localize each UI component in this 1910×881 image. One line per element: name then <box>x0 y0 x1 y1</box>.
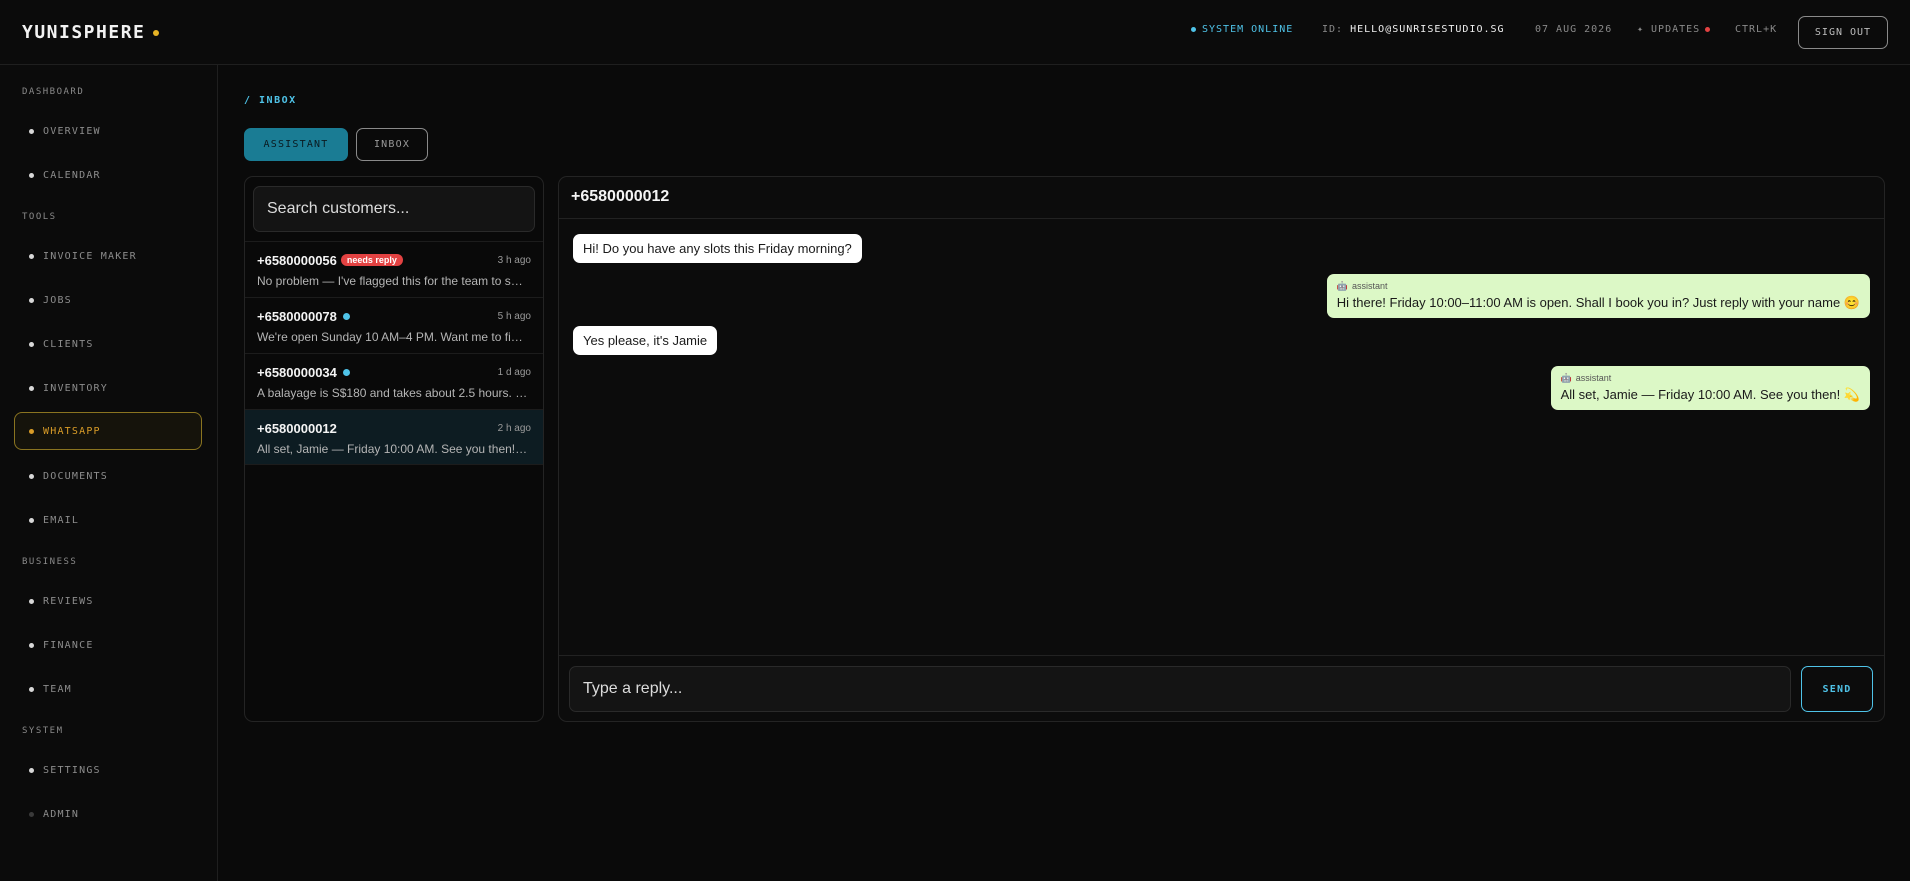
conversation-time: 1 d ago <box>497 367 531 378</box>
message-text: Hi there! Friday 10:00–11:00 AM is open.… <box>1336 295 1860 310</box>
needs-reply-badge: needs reply <box>340 254 403 266</box>
bullet-icon <box>29 428 34 434</box>
brand-dot-icon <box>153 30 160 36</box>
sidebar-item-email[interactable]: EMAIL <box>14 501 202 539</box>
robot-icon: 🤖 <box>1560 373 1572 383</box>
bullet-icon <box>29 598 34 604</box>
bullet-icon <box>29 341 34 347</box>
robot-icon: 🤖 <box>1336 281 1348 291</box>
unread-dot-icon <box>342 313 350 320</box>
message-thread: Hi! Do you have any slots this Friday mo… <box>559 220 1884 665</box>
chat-contact-title: +6580000012 <box>559 177 1884 219</box>
top-bar: YUNISPHERE SYSTEM ONLINE ID: HELLO@SUNRI… <box>0 0 1910 65</box>
sidebar-item-overview[interactable]: OVERVIEW <box>14 112 202 150</box>
sidebar-item-inventory[interactable]: INVENTORY <box>14 369 202 407</box>
sidebar-section-business: BUSINESS <box>22 557 78 567</box>
conversation-preview: A balayage is S$180 and takes about 2.5 … <box>257 386 529 400</box>
notification-dot-icon <box>1705 26 1711 32</box>
sidebar-item-whatsapp[interactable]: WHATSAPP <box>14 412 202 450</box>
bullet-icon <box>29 473 34 479</box>
incoming-message: Hi! Do you have any slots this Friday mo… <box>573 234 862 263</box>
updates-link[interactable]: ✦ UPDATES <box>1637 24 1711 35</box>
unread-dot-icon <box>342 369 350 376</box>
bullet-icon <box>29 253 34 259</box>
conversation-time: 2 h ago <box>497 423 531 434</box>
customer-list-panel: Search customers... +6580000056 needs rep… <box>244 176 544 722</box>
sign-out-button[interactable]: SIGN OUT <box>1798 16 1888 49</box>
reply-input[interactable]: Type a reply... <box>569 666 1791 712</box>
tab-assistant[interactable]: ASSISTANT <box>244 128 348 161</box>
conversation-preview: No problem — I've flagged this for the t… <box>257 274 529 288</box>
sidebar-item-admin[interactable]: ADMIN <box>14 795 202 833</box>
current-date: 07 AUG 2026 <box>1535 24 1613 35</box>
sidebar-item-reviews[interactable]: REVIEWS <box>14 582 202 620</box>
sidebar-item-invoice-maker[interactable]: INVOICE MAKER <box>14 237 202 275</box>
sidebar-section-dashboard: DASHBOARD <box>22 87 85 97</box>
conversation-preview: All set, Jamie — Friday 10:00 AM. See yo… <box>257 442 529 456</box>
message-text: All set, Jamie — Friday 10:00 AM. See yo… <box>1560 387 1860 402</box>
bullet-icon <box>29 128 34 134</box>
conversation-item[interactable]: +6580000034 1 d ago A balayage is S$180 … <box>245 353 543 409</box>
bullet-icon <box>29 297 34 303</box>
conversation-item[interactable]: +6580000056 needs reply 3 h ago No proble… <box>245 241 543 297</box>
assistant-label: 🤖 assistant <box>1336 281 1388 291</box>
conversation-time: 5 h ago <box>497 311 531 322</box>
conversation-number: +6580000078 <box>257 309 337 324</box>
tab-inbox[interactable]: INBOX <box>356 128 428 161</box>
command-shortcut[interactable]: CTRL+K <box>1735 24 1777 35</box>
sidebar: DASHBOARD OVERVIEW CALENDAR TOOLS INVOIC… <box>0 65 218 881</box>
send-button[interactable]: SEND <box>1801 666 1873 712</box>
conversation-number: +6580000034 <box>257 365 337 380</box>
user-id: ID: HELLO@SUNRISESTUDIO.SG <box>1322 24 1505 35</box>
bullet-icon <box>29 385 34 391</box>
conversation-item-selected[interactable]: +6580000012 2 h ago All set, Jamie — Fri… <box>245 409 543 465</box>
incoming-message: Yes please, it's Jamie <box>573 326 718 355</box>
sidebar-item-settings[interactable]: SETTINGS <box>14 751 202 789</box>
sidebar-item-calendar[interactable]: CALENDAR <box>14 156 202 194</box>
conversation-time: 3 h ago <box>497 255 531 266</box>
bullet-icon <box>29 811 34 817</box>
brand-logo[interactable]: YUNISPHERE <box>22 22 160 43</box>
conversation-list: +6580000056 needs reply 3 h ago No proble… <box>245 241 543 465</box>
conversation-number: +6580000056 <box>257 253 337 268</box>
bullet-icon <box>29 767 34 773</box>
chat-panel: +6580000012 Hi! Do you have any slots th… <box>558 176 1885 722</box>
status-dot-icon <box>1191 26 1196 32</box>
bullet-icon <box>29 517 34 523</box>
conversation-preview: We're open Sunday 10 AM–4 PM. Want me to… <box>257 330 529 344</box>
sidebar-item-jobs[interactable]: JOBS <box>14 281 202 319</box>
breadcrumb: / INBOX <box>244 95 297 106</box>
assistant-label: 🤖 assistant <box>1560 373 1612 383</box>
bullet-icon <box>29 172 34 178</box>
conversation-item[interactable]: +6580000078 5 h ago We're open Sunday 10… <box>245 297 543 353</box>
system-status: SYSTEM ONLINE <box>1191 24 1293 35</box>
sidebar-section-system: SYSTEM <box>22 726 64 736</box>
sidebar-item-documents[interactable]: DOCUMENTS <box>14 457 202 495</box>
sidebar-section-tools: TOOLS <box>22 212 57 222</box>
outgoing-message: 🤖 assistant All set, Jamie — Friday 10:00… <box>1550 366 1870 410</box>
conversation-number: +6580000012 <box>257 421 337 436</box>
sidebar-item-clients[interactable]: CLIENTS <box>14 325 202 363</box>
search-input[interactable]: Search customers... <box>253 186 535 232</box>
sidebar-item-team[interactable]: TEAM <box>14 670 202 708</box>
bullet-icon <box>29 642 34 648</box>
sidebar-item-finance[interactable]: FINANCE <box>14 626 202 664</box>
outgoing-message: 🤖 assistant Hi there! Friday 10:00–11:00 … <box>1326 274 1870 318</box>
bullet-icon <box>29 686 34 692</box>
reply-composer: Type a reply... SEND <box>559 655 1884 721</box>
